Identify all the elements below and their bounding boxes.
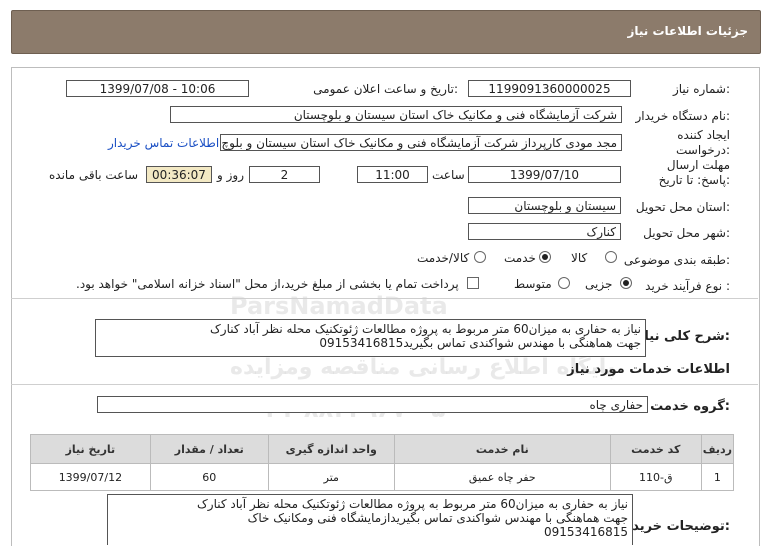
buyer-notes-label: توضیحات خریدار: xyxy=(620,519,730,534)
need-number-field: 1199091360000025 xyxy=(468,80,631,97)
purchase-option-medium: متوسط xyxy=(514,277,552,291)
services-table: ردیف کد خدمت نام خدمت واحد اندازه گیری ت… xyxy=(30,434,735,491)
cell-name: حفر چاه عمیق xyxy=(393,463,611,491)
summary-line-2: جهت هماهنگی با مهندس شواکندی تماس بگیرید… xyxy=(319,336,641,350)
announce-datetime-field: 1399/07/08 - 10:06 xyxy=(66,80,249,97)
cell-date: 1399/07/12 xyxy=(30,463,151,491)
deadline-date-field: 1399/07/10 xyxy=(468,166,621,183)
deadline-label: مهلت ارسال پاسخ: تا تاریخ: xyxy=(658,158,730,187)
service-group-label: گروه خدمت: xyxy=(650,399,730,414)
purchase-option-minor: جزیی xyxy=(585,277,613,291)
divider xyxy=(11,384,758,385)
col-header-row: ردیف xyxy=(700,434,735,464)
category-radio-goods-service[interactable] xyxy=(474,251,486,263)
col-header-name: نام خدمت xyxy=(393,434,611,464)
page-header: جزئیات اطلاعات نیاز xyxy=(11,10,761,54)
province-field: سیستان و بلوچستان xyxy=(468,197,621,214)
col-header-unit: واحد اندازه گیری xyxy=(267,434,395,464)
creator-field: مجد مودی کارپرداز شرکت آزمایشگاه فنی و م… xyxy=(220,134,622,151)
table-header-row: ردیف کد خدمت نام خدمت واحد اندازه گیری ت… xyxy=(30,434,735,464)
cell-qty: 60 xyxy=(149,463,269,491)
notes-line-2: جهت هماهنگی با مهندس شواکندی تماس بگیرید… xyxy=(247,511,628,525)
cell-unit: متر xyxy=(267,463,395,491)
days-field: 2 xyxy=(249,166,320,183)
need-number-label: شماره نیاز: xyxy=(672,82,730,96)
col-header-date: تاریخ نیاز xyxy=(30,434,151,464)
cell-row: 1 xyxy=(700,463,735,491)
summary-label: شرح کلی نیاز: xyxy=(636,329,730,344)
summary-line-1: نیاز به حفاری به میزان60 متر مربوط به پر… xyxy=(210,322,641,336)
treasury-note: پرداخت تمام یا بخشی از مبلغ خرید،از محل … xyxy=(76,277,459,291)
col-header-code: کد خدمت xyxy=(609,434,702,464)
days-label: روز و xyxy=(217,168,244,182)
summary-textarea: نیاز به حفاری به میزان60 متر مربوط به پر… xyxy=(95,319,646,357)
deadline-time-field: 11:00 xyxy=(357,166,428,183)
announce-datetime-label: تاریخ و ساعت اعلان عمومی: xyxy=(313,82,458,96)
category-radio-goods[interactable] xyxy=(605,251,617,263)
service-group-field: حفاری چاه xyxy=(97,396,648,413)
table-row: 1 ق-110 حفر چاه عمیق متر 60 1399/07/12 xyxy=(30,463,735,491)
treasury-checkbox[interactable] xyxy=(467,277,479,289)
time-label: ساعت xyxy=(432,168,465,182)
purchase-radio-medium[interactable] xyxy=(558,277,570,289)
page-title: جزئیات اطلاعات نیاز xyxy=(627,24,748,38)
notes-line-1: نیاز به حفاری به میزان60 متر مربوط به پر… xyxy=(197,497,628,511)
category-radio-service[interactable] xyxy=(539,251,551,263)
category-label: طبقه بندی موضوعی: xyxy=(623,253,730,267)
cell-code: ق-110 xyxy=(609,463,702,491)
creator-label: ایجاد کننده درخواست: xyxy=(676,128,730,157)
category-option-goods: کالا xyxy=(571,251,588,265)
province-label: استان محل تحویل: xyxy=(635,200,730,214)
city-field: کنارک xyxy=(468,223,621,240)
watermark: ParsNamadData xyxy=(230,292,448,320)
remaining-time-field: 00:36:07 xyxy=(146,166,212,183)
divider xyxy=(11,298,758,299)
purchase-type-label: نوع فرآیند خرید : xyxy=(645,279,730,293)
buyer-org-label: نام دستگاه خریدار: xyxy=(635,109,731,123)
buyer-contact-link[interactable]: اطلاعات تماس خریدار xyxy=(108,136,219,150)
purchase-radio-minor[interactable] xyxy=(620,277,632,289)
watermark-line1: پایگاه اطلاع رسانی مناقصه ومزایده xyxy=(230,355,616,380)
remaining-label: ساعت باقی مانده xyxy=(49,168,139,182)
buyer-org-field: شرکت آزمایشگاه فنی و مکانیک خاک استان سی… xyxy=(170,106,622,123)
notes-line-3: 09153416815 xyxy=(544,525,628,539)
category-option-goods-service: کالا/خدمت xyxy=(417,251,470,265)
city-label: شهر محل تحویل: xyxy=(643,226,730,240)
col-header-qty: تعداد / مقدار xyxy=(149,434,269,464)
services-section-title: اطلاعات خدمات مورد نیاز xyxy=(567,362,730,377)
category-option-service: خدمت xyxy=(504,251,536,265)
buyer-notes-textarea: نیاز به حفاری به میزان60 متر مربوط به پر… xyxy=(107,494,633,545)
